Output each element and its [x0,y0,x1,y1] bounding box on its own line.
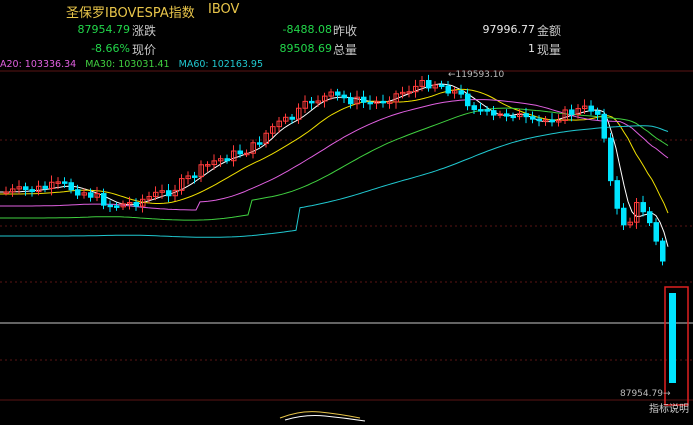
candle-body [621,207,627,226]
candle-body [536,118,542,122]
candle-body [289,116,295,120]
candle-body [569,109,575,115]
candle-body [588,105,594,112]
candle-body [640,202,646,213]
candle-body [445,85,451,94]
candle-body [335,91,341,96]
candle-body [465,93,471,107]
candle-body [530,116,536,120]
candle-body [348,97,354,105]
candle-body [439,84,445,87]
candle-body [88,192,94,198]
candle-body [75,189,81,196]
candle-body [595,110,601,115]
candle-body [614,180,620,209]
candle-body [68,182,74,191]
candle-body [192,175,198,178]
candle-body [380,100,386,104]
candlestick-chart[interactable] [0,0,693,425]
candle-body [471,105,477,111]
candle-body [504,113,510,117]
low-annotation: 87954.79→ [620,389,671,399]
candle-body [601,113,607,139]
candle-body [608,137,614,182]
candle-body [426,80,432,89]
candle-body [484,109,490,112]
candles [3,74,676,383]
moving-averages [0,83,669,247]
candle-body-last [669,293,676,383]
candle-body [133,201,139,207]
candle-body [23,186,29,191]
candle-body [549,119,555,123]
highlight-box [664,286,689,406]
candle-body [361,96,367,103]
candle-body [309,100,315,104]
candle-body [257,142,263,145]
candle-body [523,113,529,118]
candle-body [647,211,653,224]
candle-body [62,181,68,184]
candle-body [660,240,666,262]
candle-body [237,150,243,155]
candle-body [510,115,516,119]
candle-body [491,110,497,116]
candle-body [101,193,107,206]
candle-body [29,189,35,193]
candle-body [341,94,347,99]
volume-preview-line [279,411,361,419]
candle-body [653,222,659,242]
candle-body [107,204,113,208]
low-value: 87954.79 [620,389,663,399]
high-annotation: ←119593.10 [448,70,505,80]
candle-body [367,101,373,105]
candle-body [114,205,120,208]
candle-body [42,185,48,189]
candle-body [458,90,464,95]
candle-body [224,158,230,162]
indicator-help-link[interactable]: 指标说明 [649,400,689,415]
candle-body [166,190,172,197]
high-value: 119593.10 [455,70,505,80]
ma-line [0,107,669,221]
ma-line [0,83,669,247]
candle-body [478,109,484,112]
